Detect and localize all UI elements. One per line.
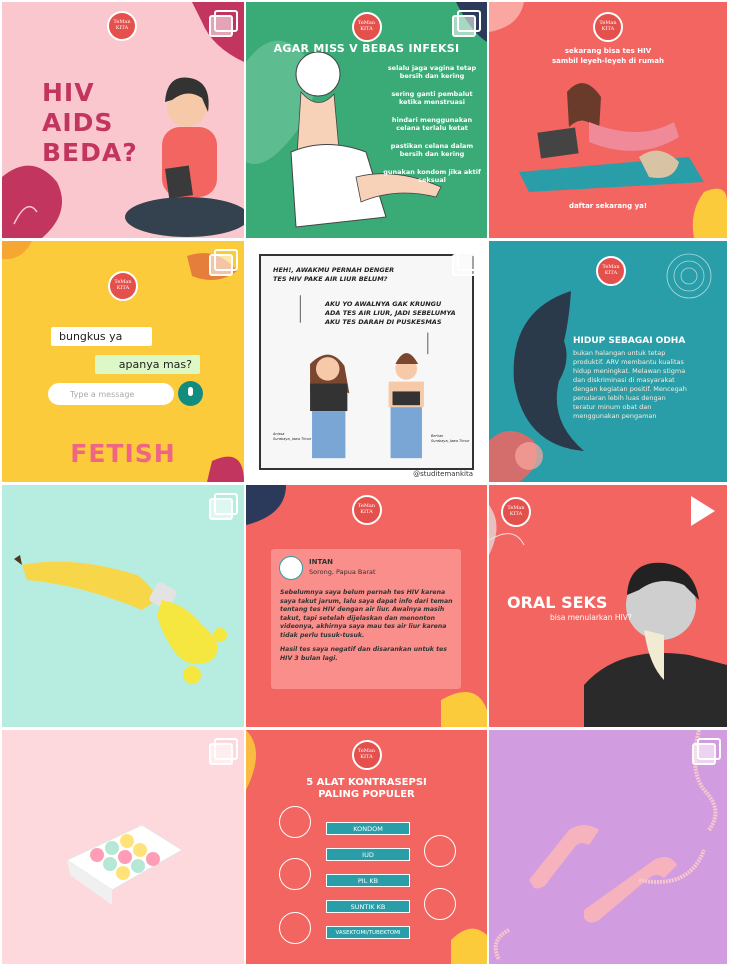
post-alat-kontrasepsi[interactable]: TeMan KITA 5 ALAT KONTRASEPSI PALING POPU… xyxy=(246,730,487,964)
multiple-posts-icon xyxy=(209,10,238,37)
post-egg-carton[interactable] xyxy=(2,730,244,964)
character-caption: Anissa Surabaya, Jawa Timur xyxy=(273,432,312,441)
temankita-logo: TeMan KITA xyxy=(351,740,382,770)
condom-icon xyxy=(279,806,311,838)
chat-bubble-received: bungkus ya xyxy=(51,327,152,346)
post-hiv-aids-beda[interactable]: TeMan KITA HIV AIDS BEDA? xyxy=(2,2,244,238)
multiple-posts-icon xyxy=(209,738,238,765)
post-text: sekarang bisa tes HIV sambil leyeh-leyeh… xyxy=(552,47,664,65)
tips-list: selalu jaga vagina tetap bersih dan keri… xyxy=(382,64,482,194)
comic-panel: HEH!, AWAKMU PERNAH DENGER TES HIV PAKE … xyxy=(259,254,474,470)
avatar xyxy=(279,556,303,580)
speech-bubble: AKU YO AWALNYA GAK KRUNGU ADA TES AIR LI… xyxy=(325,300,456,326)
post-cta: daftar sekarang ya! xyxy=(568,202,648,210)
post-telephone-handsets[interactable] xyxy=(489,730,727,964)
post-title: AGAR MISS V BEBAS INFEKSI xyxy=(273,42,460,55)
microphone-icon xyxy=(178,381,203,406)
temankita-logo: TeMan KITA xyxy=(107,11,137,41)
photo-pink-telephones xyxy=(493,730,718,961)
temankita-logo: TeMan KITA xyxy=(593,12,623,42)
option-pill: VASEKTOMI/TUBEKTOMI xyxy=(326,926,410,939)
post-oral-seks[interactable]: TeMan KITA ORAL SEKS bisa menularkan HIV? xyxy=(489,485,727,727)
post-testimoni-intan[interactable]: TeMan KITA INTAN Sorong, Papua Barat Sebe… xyxy=(246,485,487,727)
temankita-logo: TeMan KITA xyxy=(596,256,626,286)
post-miss-v-bebas-infeksi[interactable]: TeMan KITA AGAR MISS V BEBAS INFEKSI sela… xyxy=(246,2,487,238)
multiple-posts-icon xyxy=(692,738,721,765)
temankita-logo: TeMan KITA xyxy=(501,497,531,527)
multiple-posts-icon xyxy=(209,249,238,276)
testimonial-card: INTAN Sorong, Papua Barat Sebelumnya say… xyxy=(271,549,461,689)
pill-pack-icon xyxy=(279,858,311,890)
temankita-logo: TeMan KITA xyxy=(351,12,382,42)
photo-banana-spill xyxy=(14,555,227,684)
instagram-post-grid: TeMan KITA HIV AIDS BEDA? TeMan KITA AGAR … xyxy=(2,2,727,964)
multiple-posts-icon xyxy=(452,249,481,276)
post-title: HIDUP SEBAGAI ODHA xyxy=(573,336,686,346)
post-title: HIV AIDS BEDA? xyxy=(42,78,138,167)
multiple-posts-icon xyxy=(209,493,238,520)
credit-handle: @studitemankita xyxy=(413,470,473,478)
video-icon xyxy=(691,496,715,526)
tip-item: pastikan celana dalam bersih dan kering xyxy=(390,142,474,158)
chat-bubble-sent: apanya mas? xyxy=(95,355,200,374)
temankita-logo: TeMan KITA xyxy=(351,495,382,525)
multiple-posts-icon xyxy=(452,10,481,37)
syringe-icon xyxy=(424,888,456,920)
post-banana-lotion[interactable] xyxy=(2,485,244,727)
post-title: 5 ALAT KONTRASEPSI PALING POPULER xyxy=(306,777,427,800)
temankita-logo: TeMan KITA xyxy=(108,271,138,301)
message-input: Type a message xyxy=(48,383,174,405)
tip-item: gunakan kondom jika aktif seksual xyxy=(383,168,481,184)
post-fetish[interactable]: TeMan KITA bungkus ya apanya mas? Type a … xyxy=(2,241,244,482)
post-tes-hiv-di-rumah[interactable]: TeMan KITA sekarang bisa tes HIV sambil l… xyxy=(489,2,727,238)
option-pill: PIL KB xyxy=(326,874,410,887)
tip-item: selalu jaga vagina tetap bersih dan keri… xyxy=(387,64,477,80)
photo-pastel-eggs xyxy=(65,824,183,905)
tip-item: sering ganti pembalut ketika menstruasi xyxy=(391,90,473,106)
speech-bubble: HEH!, AWAKMU PERNAH DENGER TES HIV PAKE … xyxy=(273,266,395,283)
testimonial-location: Sorong, Papua Barat xyxy=(309,568,376,576)
character-caption: Berlian Surabaya, Jawa Timur xyxy=(431,434,470,443)
surgical-tool-icon xyxy=(279,912,311,944)
tip-item: hindari menggunakan celana terlalu ketat xyxy=(391,116,473,132)
post-subtitle: bisa menularkan HIV? xyxy=(550,613,632,622)
post-comic-tes-air-liur[interactable]: HEH!, AWAKMU PERNAH DENGER TES HIV PAKE … xyxy=(246,241,487,482)
testimonial-body: Sebelumnya saya belum pernah tes HIV kar… xyxy=(280,589,453,662)
post-title: FETISH xyxy=(70,439,176,468)
option-pill: IUD xyxy=(326,848,410,861)
option-pill: KONDOM xyxy=(326,822,410,835)
post-body: bukan halangan untuk tetap produktif. AR… xyxy=(573,349,687,420)
post-title: ORAL SEKS xyxy=(507,593,608,612)
option-pill: SUNTIK KB xyxy=(326,900,410,913)
testimonial-name: INTAN xyxy=(309,558,333,566)
iud-icon xyxy=(424,835,456,867)
post-hidup-sebagai-odha[interactable]: TeMan KITA HIDUP SEBAGAI ODHA bukan halan… xyxy=(489,241,727,482)
